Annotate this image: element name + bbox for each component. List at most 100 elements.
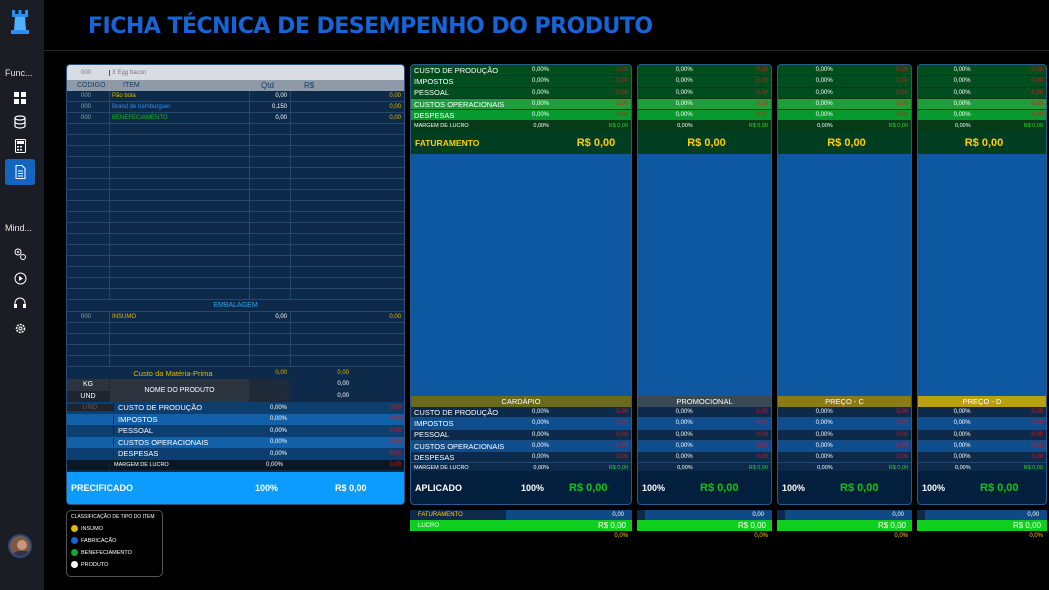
table-row[interactable] <box>67 124 404 135</box>
cost-pct: 0,00% <box>531 67 549 74</box>
column-footer: 100% R$ 0,00 <box>638 471 771 504</box>
faturamento-row: R$ 0,00 <box>778 131 911 155</box>
item-qtd[interactable] <box>249 157 290 167</box>
grid-icon[interactable] <box>10 88 30 108</box>
item-code: 000 <box>81 93 92 99</box>
item-qtd[interactable] <box>249 245 290 255</box>
cost-pct: 0,00% <box>269 450 287 457</box>
gears-icon[interactable] <box>10 244 30 264</box>
item-qtd[interactable] <box>249 278 290 288</box>
table-row[interactable] <box>67 245 404 256</box>
cost-row: 0,00% 0,00 <box>918 98 1046 111</box>
product-name-field[interactable]: NOME DO PRODUTO <box>109 379 249 402</box>
product-search[interactable]: 000 X Egg bacon <box>67 65 404 80</box>
table-row[interactable] <box>67 179 404 190</box>
emb-qtd[interactable] <box>249 323 290 333</box>
table-row[interactable] <box>67 168 404 179</box>
item-qtd[interactable] <box>249 223 290 233</box>
table-row[interactable] <box>67 190 404 201</box>
avatar[interactable] <box>8 534 32 558</box>
table-row[interactable]: 000 Brand de hamburguer 0,150 0,00 <box>67 102 404 113</box>
column-footer: 100% R$ 0,00 <box>918 471 1046 504</box>
item-qtd[interactable] <box>249 135 290 145</box>
table-row[interactable] <box>67 256 404 267</box>
table-row[interactable] <box>67 289 404 300</box>
table-row[interactable]: 000 INSUMO 0,00 0,00 <box>67 312 404 323</box>
headset-icon[interactable] <box>10 293 30 313</box>
emb-qtd[interactable] <box>249 345 290 355</box>
cost-label: IMPOSTOS <box>113 414 249 424</box>
item-qtd[interactable] <box>249 179 290 189</box>
item-name <box>109 289 249 299</box>
item-qtd[interactable] <box>249 146 290 156</box>
table-row[interactable] <box>67 278 404 289</box>
cost-val: 0,00 <box>1031 431 1043 438</box>
item-qtd[interactable]: 0,00 <box>249 113 290 123</box>
item-qtd[interactable]: 0,00 <box>249 91 290 101</box>
calculator-icon[interactable] <box>10 136 30 156</box>
item-name: Pão bola <box>109 91 249 101</box>
summary-pct: 0,0% <box>1029 533 1043 539</box>
cost-row: DESPESAS 0,00% 0,00 <box>67 448 404 460</box>
database-icon[interactable] <box>10 112 30 132</box>
table-row[interactable] <box>67 157 404 168</box>
cost-pct: 0,00% <box>953 409 971 416</box>
table-row[interactable] <box>67 356 404 367</box>
table-row[interactable] <box>67 323 404 334</box>
table-row[interactable] <box>67 212 404 223</box>
faturamento-val: R$ 0,00 <box>687 136 726 149</box>
price-tier-header[interactable]: PREÇO - D <box>918 396 1046 407</box>
cost-pct: 0,00% <box>953 89 971 96</box>
legend-item: INSUMO <box>71 525 158 532</box>
cost-val: 0,00 <box>1031 101 1043 108</box>
cost-val: 0,00 <box>616 101 628 108</box>
custo-mp-label: Custo da Matéria-Prima <box>133 368 213 378</box>
search-product-name[interactable]: X Egg bacon <box>109 69 146 76</box>
emb-qtd[interactable] <box>249 334 290 344</box>
item-qtd[interactable] <box>249 267 290 277</box>
cost-row: CUSTOS OPERACIONAIS 0,00% 0,00 <box>411 98 631 111</box>
table-row[interactable] <box>67 146 404 157</box>
summary-faturamento: FATURAMENTO 0,00 <box>410 510 632 520</box>
table-row[interactable] <box>67 234 404 245</box>
margem-row: 0,00% R$ 0,00 <box>778 121 911 132</box>
table-row[interactable] <box>67 345 404 356</box>
item-rs <box>290 124 404 134</box>
emb-qtd[interactable] <box>249 356 290 366</box>
price-tier-header[interactable]: PROMOCIONAL <box>638 396 771 407</box>
cost-row: 0,00% 0,00 <box>918 440 1046 453</box>
table-row[interactable] <box>67 135 404 146</box>
table-row[interactable] <box>67 267 404 278</box>
legend-title: CLASSIFICAÇÃO DE TIPO DO ITEM <box>71 514 155 520</box>
cost-breakdown: UND CUSTO DE PRODUÇÃO 0,00% 0,00 IMPOSTOS 0,0… <box>67 402 404 460</box>
item-qtd[interactable] <box>249 234 290 244</box>
price-tier-header[interactable]: CARDÁPIO <box>411 396 631 407</box>
table-row[interactable]: 000 BENEFECIAMENTO 0,00 0,00 <box>67 113 404 124</box>
item-qtd[interactable]: 0,150 <box>249 102 290 112</box>
table-row[interactable]: 000 Pão bola 0,00 0,00 <box>67 91 404 102</box>
cost-val: 0,00 <box>896 112 908 119</box>
emb-qtd[interactable]: 0,00 <box>249 312 290 322</box>
item-qtd[interactable] <box>249 168 290 178</box>
item-qtd[interactable] <box>249 289 290 299</box>
item-name <box>109 212 249 222</box>
item-qtd[interactable] <box>249 124 290 134</box>
table-row[interactable] <box>67 201 404 212</box>
table-row[interactable] <box>67 334 404 345</box>
item-qtd[interactable] <box>249 190 290 200</box>
item-qtd[interactable] <box>249 212 290 222</box>
table-row[interactable] <box>67 223 404 234</box>
item-name <box>109 201 249 211</box>
play-icon[interactable] <box>10 268 30 288</box>
price-tier-header[interactable]: PREÇO - C <box>778 396 911 407</box>
item-qtd[interactable] <box>249 201 290 211</box>
cost-val: 0,00 <box>896 67 908 74</box>
document-icon[interactable] <box>5 159 35 185</box>
cost-pct: 0,00% <box>953 112 971 119</box>
settings-icon[interactable] <box>10 318 30 338</box>
cost-val: 0,00 <box>756 443 768 450</box>
legend-label: INSUMO <box>81 525 103 532</box>
item-qtd[interactable] <box>249 256 290 266</box>
cost-row: 0,00% 0,00 <box>638 76 771 88</box>
summary-lucro-val: R$ 0,00 <box>737 521 766 530</box>
